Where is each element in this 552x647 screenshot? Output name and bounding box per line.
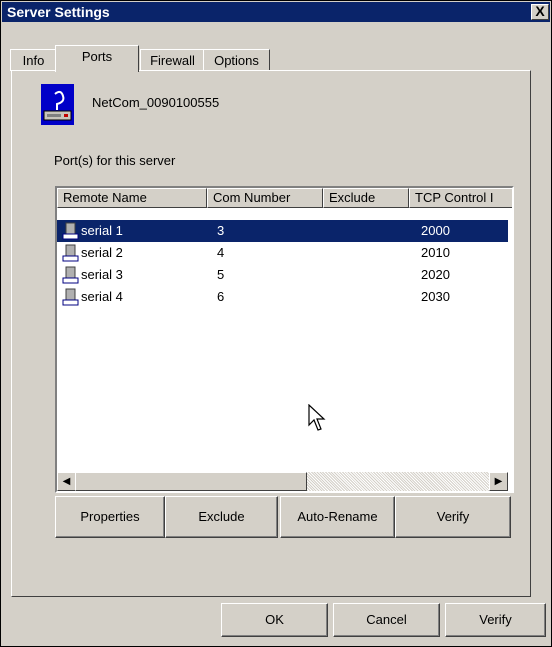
scroll-right-button[interactable]: ▶ [489,472,508,491]
serial-port-icon [62,222,79,240]
cell-remote-name: serial 3 [81,267,123,282]
cell-com-number: 4 [217,245,225,260]
tab-firewall[interactable]: Firewall [140,49,205,71]
close-button[interactable]: X [531,4,549,20]
exclude-button[interactable]: Exclude [165,496,278,538]
mouse-cursor-icon [308,403,326,435]
cell-com-number: 6 [217,289,225,304]
column-header-exclude[interactable]: Exclude [323,188,409,208]
cell-remote-name: serial 4 [81,289,123,304]
tab-ports[interactable]: Ports [55,45,139,72]
ports-label: Port(s) for this server [54,153,176,168]
cell-tcp-control: 2000 [421,223,450,238]
column-header-tcp-control[interactable]: TCP Control I [409,188,512,208]
scroll-left-button[interactable]: ◀ [57,472,76,491]
table-row[interactable]: serial 2 4 2010 [57,242,508,264]
cell-remote-name: serial 1 [81,223,123,238]
cell-remote-name: serial 2 [81,245,123,260]
cell-tcp-control: 2010 [421,245,450,260]
verify-ports-button[interactable]: Verify [395,496,511,538]
tab-options[interactable]: Options [203,49,270,71]
scroll-thumb[interactable] [75,472,307,491]
cell-tcp-control: 2020 [421,267,450,282]
cell-tcp-control: 2030 [421,289,450,304]
column-header-com-number[interactable]: Com Number [207,188,323,208]
ports-list[interactable]: Remote Name Com Number Exclude TCP Contr… [55,186,514,493]
properties-button[interactable]: Properties [55,496,165,538]
column-header-remote-name[interactable]: Remote Name [57,188,207,208]
table-row[interactable]: serial 4 6 2030 [57,286,508,308]
verify-button[interactable]: Verify [445,603,546,637]
window-title: Server Settings [7,4,110,20]
horizontal-scrollbar[interactable]: ◀ ▶ [57,472,508,491]
title-bar[interactable]: Server Settings X [2,2,550,22]
serial-port-icon [62,266,79,284]
scroll-track[interactable] [307,472,489,491]
cell-com-number: 3 [217,223,225,238]
ok-button[interactable]: OK [221,603,328,637]
netcom-server-icon [41,84,74,125]
tab-info[interactable]: Info [10,49,57,71]
table-row[interactable]: serial 1 3 2000 [57,220,508,242]
server-name: NetCom_0090100555 [92,95,220,110]
serial-port-icon [62,244,79,262]
auto-rename-button[interactable]: Auto-Rename [280,496,395,538]
cell-com-number: 5 [217,267,225,282]
table-row[interactable]: serial 3 5 2020 [57,264,508,286]
cancel-button[interactable]: Cancel [333,603,440,637]
serial-port-icon [62,288,79,306]
